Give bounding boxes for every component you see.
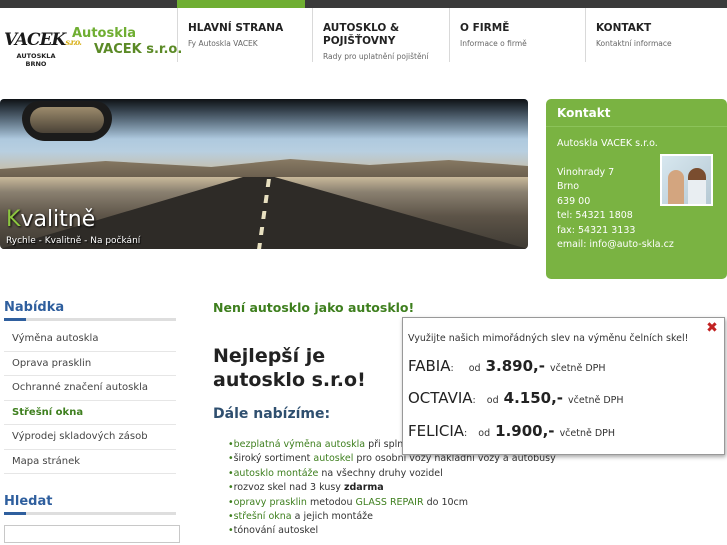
list-item: opravy prasklin metodou GLASS REPAIR do … — [228, 496, 628, 510]
nav-title: KONTAKT — [596, 22, 652, 34]
nav-subtitle: Informace o firmě — [460, 39, 527, 48]
nav-item-about[interactable]: O FIRMĚ Informace o firmě — [449, 8, 585, 62]
search-heading-underline — [4, 512, 176, 515]
person-2-figure — [688, 168, 706, 204]
contact-box: Kontakt Autoskla VACEK s.r.o. Vinohrady … — [546, 99, 727, 279]
staff-photo — [660, 154, 713, 206]
nav-subtitle: Fy Autoskla VACEK — [188, 39, 258, 48]
sidebar-menu: Nabídka Výměna autoskla Oprava prasklin … — [0, 300, 180, 474]
list-item: střešní okna a jejich montáže — [228, 510, 628, 524]
logo[interactable]: VACEKs.r.o. AUTOSKLA BRNO — [4, 30, 82, 70]
service-link[interactable]: GLASS REPAIR — [356, 497, 424, 508]
offer-model: FABIA — [408, 357, 451, 375]
offer-model: FELICIA — [408, 422, 465, 440]
nav-item-contact[interactable]: KONTAKT Kontaktní informace — [585, 8, 727, 62]
nav-title: O FIRMĚ — [460, 22, 510, 34]
nav-title: HLAVNÍ STRANA — [188, 22, 284, 34]
close-icon[interactable]: ✖ — [705, 321, 719, 335]
contact-tel: tel: 54321 1808 — [557, 210, 633, 221]
offer-row-felicia: FELICIA: od 1.900,- včetně DPH — [408, 422, 616, 440]
logo-mark: VACEKs.r.o. — [4, 30, 82, 50]
top-bar — [0, 0, 727, 8]
brand-name[interactable]: Autoskla VACEK s.r.o. — [72, 26, 182, 58]
offer-row-octavia: OCTAVIA: od 4.150,- včetně DPH — [408, 389, 624, 407]
discount-popup: ✖ Využijte našich mimořádných slev na vý… — [402, 317, 725, 455]
brand-line-2: VACEK s.r.o. — [94, 42, 183, 57]
rearview-mirror-image — [22, 101, 112, 141]
sidebar-list: Výměna autoskla Oprava prasklin Ochranné… — [0, 327, 180, 474]
service-link[interactable]: autosklo montáže — [234, 468, 319, 479]
offer-vat: včetně DPH — [559, 428, 616, 439]
person-1-figure — [668, 170, 684, 204]
main-content: Není autosklo jako autosklo! Nejlepší je… — [213, 300, 727, 536]
sidebar-item-crack-repair[interactable]: Oprava prasklin — [4, 352, 176, 376]
hero-hills — [0, 159, 528, 177]
offer-model: OCTAVIA — [408, 389, 473, 407]
offer-from: od — [468, 363, 481, 374]
intro-heading: Není autosklo jako autosklo! — [213, 300, 415, 315]
contact-details: Autoskla VACEK s.r.o. Vinohrady 7 Brno 6… — [557, 137, 674, 253]
active-nav-indicator — [177, 0, 305, 8]
sidebar-item-sunroofs[interactable]: Střešní okna — [4, 401, 176, 425]
offer-price: 1.900,- — [495, 422, 555, 440]
contact-heading: Kontakt — [546, 99, 727, 127]
contact-company: Autoskla VACEK s.r.o. — [557, 138, 658, 149]
main-headline: Nejlepší je autosklo s.r.o! — [213, 345, 366, 391]
popup-message: Využijte našich mimořádných slev na výmě… — [408, 333, 689, 344]
offer-price: 4.150,- — [503, 389, 564, 407]
service-link[interactable]: bezplatná výměna autoskla — [234, 439, 365, 450]
sidebar-heading: Nabídka — [4, 300, 65, 315]
contact-street: Vinohrady 7 — [557, 166, 615, 178]
service-link[interactable]: autoskel — [313, 453, 353, 464]
nav-item-home[interactable]: HLAVNÍ STRANA Fy Autoskla VACEK — [177, 8, 312, 62]
search-input[interactable] — [4, 525, 180, 543]
brand-line-1: Autoskla — [72, 26, 137, 41]
offer-from: od — [478, 428, 491, 439]
contact-email[interactable]: email: info@auto-skla.cz — [557, 238, 674, 253]
hero-tagline: Rychle - Kvalitně - Na počkání — [6, 236, 141, 246]
contact-zip: 639 00 — [557, 195, 591, 207]
contact-city: Brno — [557, 181, 580, 192]
offer-subheading: Dále nabízíme: — [213, 406, 331, 422]
contact-fax: fax: 54321 3133 — [557, 224, 636, 236]
offer-row-fabia: FABIA: od 3.890,- včetně DPH — [408, 357, 606, 375]
hero-banner: Kvalitně Rychle - Kvalitně - Na počkání — [0, 99, 528, 249]
search-heading: Hledat — [4, 494, 53, 509]
list-item: rozvoz skel nad 3 kusy zdarma — [228, 481, 628, 495]
list-item: tónování autoskel — [228, 524, 628, 538]
service-link[interactable]: opravy prasklin — [234, 497, 307, 508]
nav-item-insurance[interactable]: AUTOSKLO & POJIŠŤOVNY Rady pro uplatnění… — [312, 8, 449, 62]
nav-title: AUTOSKLO & POJIŠŤOVNY — [323, 22, 400, 47]
sidebar-item-protective-marking[interactable]: Ochranné značení autoskla — [4, 376, 176, 401]
offer-price: 3.890,- — [485, 357, 545, 375]
sidebar-item-clearance-sale[interactable]: Výprodej skladových zásob — [4, 425, 176, 450]
service-link[interactable]: střešní okna — [234, 511, 292, 522]
offer-vat: včetně DPH — [568, 395, 624, 406]
nav-subtitle: Rady pro uplatnění pojištění — [323, 52, 429, 61]
sidebar-heading-underline — [4, 318, 176, 321]
sidebar-item-windshield-replacement[interactable]: Výměna autoskla — [4, 327, 176, 352]
logo-subtext: AUTOSKLA BRNO — [16, 52, 56, 68]
sidebar-item-sitemap[interactable]: Mapa stránek — [4, 450, 176, 474]
offer-from: od — [486, 395, 499, 406]
offer-vat: včetně DPH — [550, 363, 606, 374]
nav-subtitle: Kontaktní informace — [596, 39, 672, 48]
list-item: autosklo montáže na všechny druhy vozide… — [228, 467, 628, 481]
search-section: Hledat — [0, 494, 180, 515]
main-nav: HLAVNÍ STRANA Fy Autoskla VACEK AUTOSKLO… — [177, 8, 727, 62]
hero-title: Kvalitně — [6, 207, 96, 232]
